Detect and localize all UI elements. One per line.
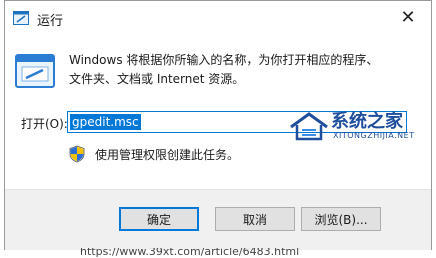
watermark-subtitle: XITONGZHIJIA.NET (333, 131, 415, 140)
description-line-1: Windows 将根据你所输入的名称，为你打开相应的程序、 (69, 53, 379, 67)
house-logo-icon (290, 112, 328, 141)
open-label: 打开(O): (21, 117, 68, 131)
ok-button[interactable]: 确定 (119, 207, 199, 231)
watermark-title: 系统之家 (331, 111, 403, 132)
run-dialog-icon (15, 54, 55, 88)
run-dialog-icon (13, 11, 29, 25)
uac-shield-icon (69, 145, 85, 163)
cancel-button[interactable]: 取消 (215, 207, 295, 231)
title-bar: 运行 ✕ (5, 1, 431, 35)
description-line-2: 文件夹、文档或 Internet 资源。 (69, 72, 245, 86)
description: Windows 将根据你所输入的名称，为你打开相应的程序、 文件夹、文档或 In… (69, 51, 419, 89)
run-dialog: 运行 ✕ Windows 将根据你所输入的名称，为你打开相应的程序、 文件夹、文… (4, 0, 432, 250)
close-icon: ✕ (400, 6, 416, 28)
window-title: 运行 (37, 14, 64, 29)
browse-button[interactable]: 浏览(B)... (301, 207, 381, 231)
button-bar: 确定 取消 浏览(B)... (5, 189, 431, 250)
admin-note: 使用管理权限创建此任务。 (95, 148, 240, 162)
open-input[interactable]: gpedit.msc (70, 114, 141, 130)
close-button[interactable]: ✕ (385, 1, 431, 33)
url-fragment: https://www.39xt.com/article/6483.html (80, 248, 300, 258)
